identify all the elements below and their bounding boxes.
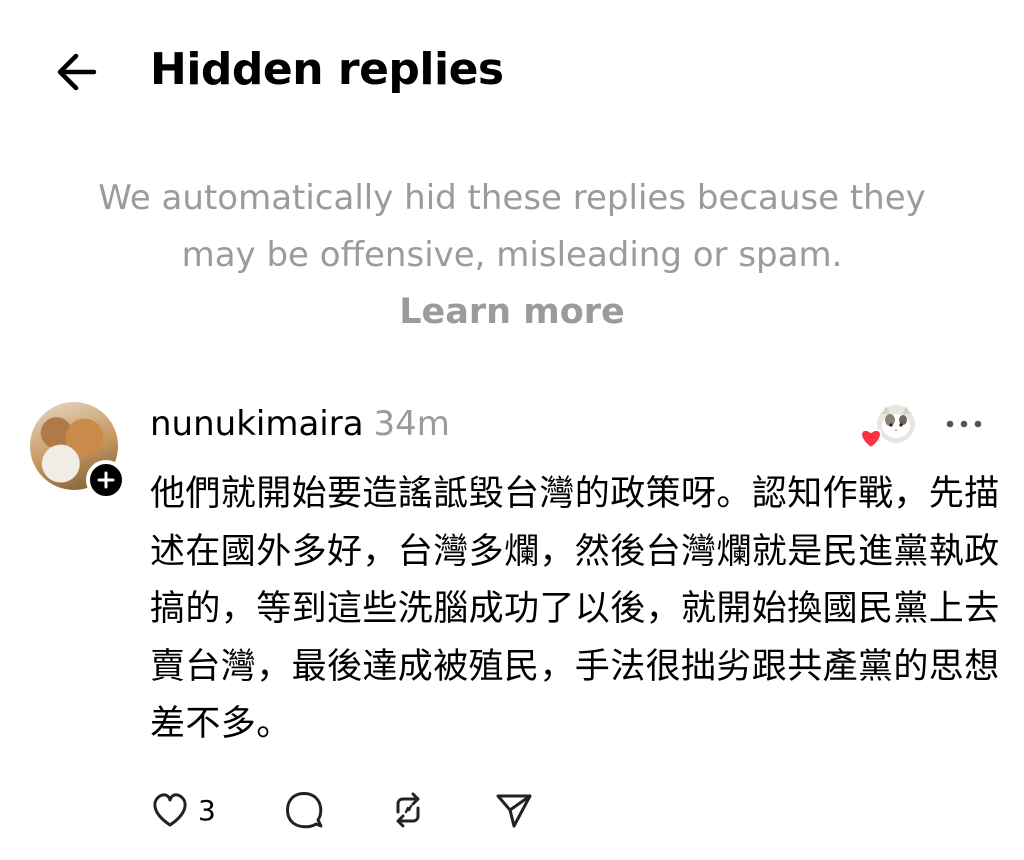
follow-button[interactable]	[86, 460, 126, 500]
hidden-notice: We automatically hid these replies becau…	[60, 170, 964, 341]
page-title: Hidden replies	[150, 44, 504, 95]
notice-text: We automatically hid these replies becau…	[98, 178, 926, 275]
like-count: 3	[198, 793, 216, 827]
arrow-left-icon	[57, 53, 97, 91]
heart-badge-icon	[860, 429, 882, 450]
more-options-button[interactable]	[938, 404, 990, 444]
post-header: nunukimaira 34m	[150, 400, 450, 448]
post-text: 他們就開始要造謠詆毀台灣的政策呀。認知作戰，先描述在國外多好，台灣多爛，然後台灣…	[150, 474, 1000, 744]
heart-outline-icon	[153, 793, 187, 827]
learn-more-link[interactable]: Learn more	[399, 284, 625, 341]
back-button[interactable]	[48, 44, 104, 100]
reply-button[interactable]	[284, 788, 324, 832]
repost-button[interactable]	[388, 788, 428, 832]
username[interactable]: nunukimaira	[150, 404, 364, 444]
plus-icon	[97, 471, 115, 489]
ellipsis-icon	[946, 420, 982, 428]
send-icon	[496, 794, 532, 828]
timestamp: 34m	[373, 404, 450, 444]
like-button[interactable]: 3	[150, 788, 216, 832]
share-button[interactable]	[494, 788, 534, 832]
liked-by-avatar[interactable]	[860, 404, 915, 450]
repost-icon	[396, 792, 420, 828]
hidden-replies-screen: Hidden replies We automatically hid thes…	[0, 0, 1024, 860]
comment-icon	[286, 792, 323, 829]
